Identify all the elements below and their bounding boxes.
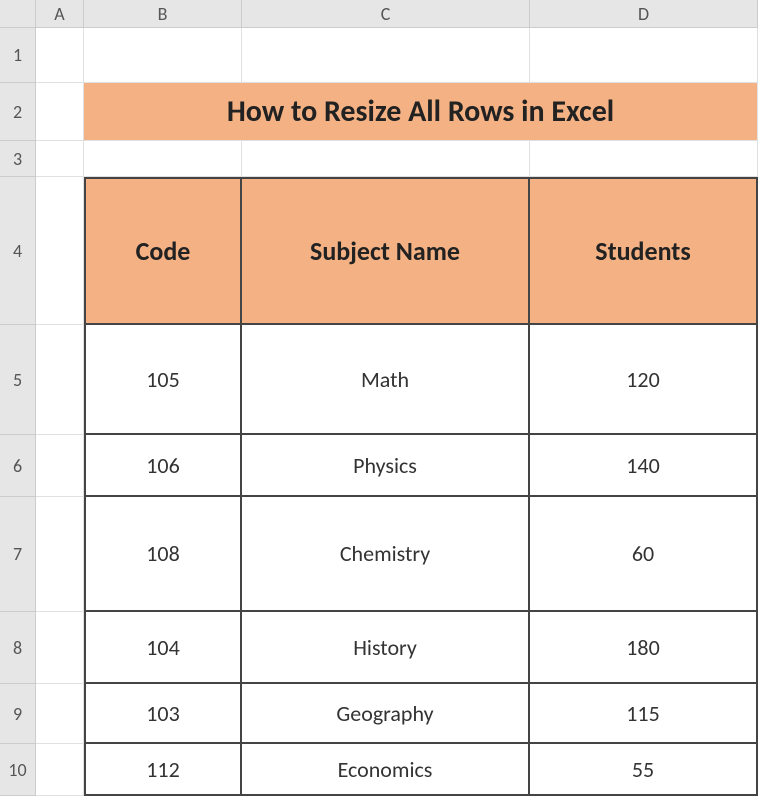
cell-subject-4[interactable]: Geography: [242, 684, 530, 744]
cell-c1[interactable]: [242, 28, 530, 83]
cell-code-0[interactable]: 105: [84, 325, 242, 435]
cell-d3[interactable]: [530, 141, 758, 177]
cell-b1[interactable]: [84, 28, 242, 83]
cell-subject-1[interactable]: Physics: [242, 435, 530, 497]
column-headers: A B C D: [36, 0, 758, 28]
cell-students-0[interactable]: 120: [530, 325, 758, 435]
cell-subject-2[interactable]: Chemistry: [242, 497, 530, 612]
header-subject[interactable]: Subject Name: [242, 177, 530, 325]
cell-code-5[interactable]: 112: [84, 744, 242, 796]
cell-subject-5[interactable]: Economics: [242, 744, 530, 796]
cell-a5[interactable]: [36, 325, 84, 435]
cell-a1[interactable]: [36, 28, 84, 83]
cell-b3[interactable]: [84, 141, 242, 177]
row-header-9[interactable]: 9: [0, 684, 36, 744]
row-header-5[interactable]: 5: [0, 325, 36, 435]
header-students[interactable]: Students: [530, 177, 758, 325]
row-header-6[interactable]: 6: [0, 435, 36, 497]
cell-a9[interactable]: [36, 684, 84, 744]
col-header-c[interactable]: C: [242, 0, 530, 28]
row-header-10[interactable]: 10: [0, 744, 36, 796]
row-header-2[interactable]: 2: [0, 83, 36, 141]
col-header-d[interactable]: D: [530, 0, 758, 28]
cell-subject-0[interactable]: Math: [242, 325, 530, 435]
cell-a6[interactable]: [36, 435, 84, 497]
cell-a3[interactable]: [36, 141, 84, 177]
row-header-3[interactable]: 3: [0, 141, 36, 177]
title-cell[interactable]: How to Resize All Rows in Excel: [84, 83, 758, 141]
cell-students-2[interactable]: 60: [530, 497, 758, 612]
cell-code-1[interactable]: 106: [84, 435, 242, 497]
row-headers: 1 2 3 4 5 6 7 8 9 10: [0, 28, 36, 796]
cell-code-2[interactable]: 108: [84, 497, 242, 612]
cell-students-5[interactable]: 55: [530, 744, 758, 796]
cell-a4[interactable]: [36, 177, 84, 325]
cell-a10[interactable]: [36, 744, 84, 796]
cell-code-4[interactable]: 103: [84, 684, 242, 744]
cell-a2[interactable]: [36, 83, 84, 141]
cell-code-3[interactable]: 104: [84, 612, 242, 684]
cell-grid: How to Resize All Rows in Excel Code Sub…: [36, 28, 758, 796]
cell-subject-3[interactable]: History: [242, 612, 530, 684]
cell-a8[interactable]: [36, 612, 84, 684]
cell-students-3[interactable]: 180: [530, 612, 758, 684]
row-header-8[interactable]: 8: [0, 612, 36, 684]
cell-c3[interactable]: [242, 141, 530, 177]
select-all-corner[interactable]: [0, 0, 36, 28]
col-header-b[interactable]: B: [84, 0, 242, 28]
row-header-1[interactable]: 1: [0, 28, 36, 83]
cell-students-4[interactable]: 115: [530, 684, 758, 744]
cell-a7[interactable]: [36, 497, 84, 612]
cell-d1[interactable]: [530, 28, 758, 83]
row-header-4[interactable]: 4: [0, 177, 36, 325]
row-header-7[interactable]: 7: [0, 497, 36, 612]
col-header-a[interactable]: A: [36, 0, 84, 28]
header-code[interactable]: Code: [84, 177, 242, 325]
cell-students-1[interactable]: 140: [530, 435, 758, 497]
